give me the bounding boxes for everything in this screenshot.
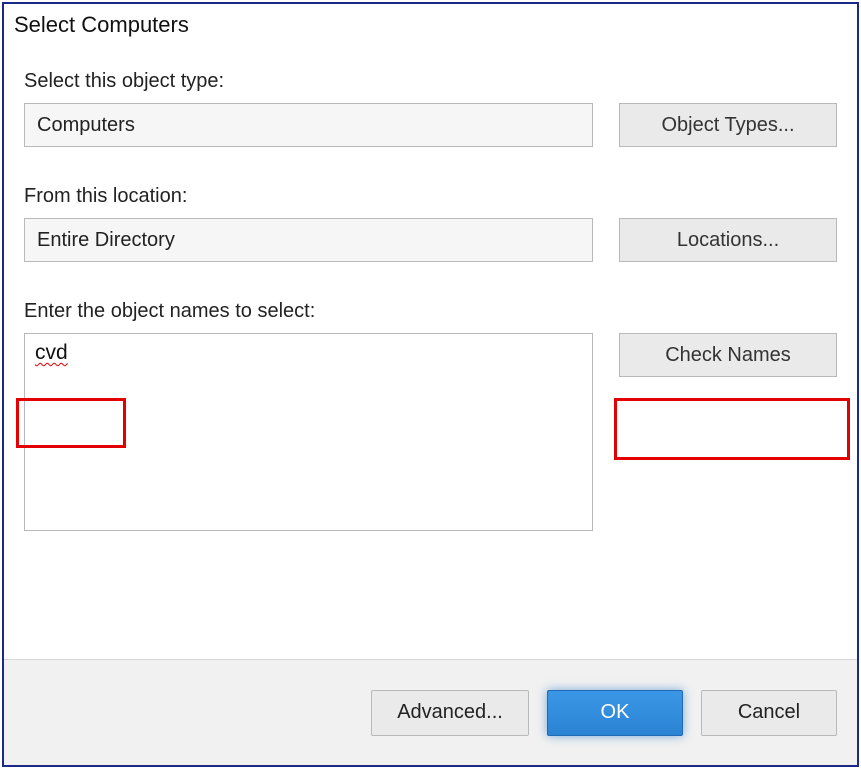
dialog-footer: Advanced... OK Cancel bbox=[4, 659, 857, 765]
object-type-label: Select this object type: bbox=[24, 70, 837, 93]
location-field: Entire Directory bbox=[24, 218, 593, 262]
object-type-field: Computers bbox=[24, 103, 593, 147]
ok-button[interactable]: OK bbox=[547, 690, 683, 736]
select-computers-dialog: Select Computers Select this object type… bbox=[2, 2, 859, 767]
dialog-title: Select Computers bbox=[4, 4, 857, 44]
object-types-button[interactable]: Object Types... bbox=[619, 103, 837, 147]
locations-button[interactable]: Locations... bbox=[619, 218, 837, 262]
cancel-button[interactable]: Cancel bbox=[701, 690, 837, 736]
location-label: From this location: bbox=[24, 185, 837, 208]
check-names-button[interactable]: Check Names bbox=[619, 333, 837, 377]
object-names-value: cvd bbox=[35, 341, 68, 364]
dialog-body: Select this object type: Computers Objec… bbox=[4, 44, 857, 659]
enter-names-label: Enter the object names to select: bbox=[24, 300, 837, 323]
object-names-input[interactable]: cvd bbox=[24, 333, 593, 531]
advanced-button[interactable]: Advanced... bbox=[371, 690, 529, 736]
